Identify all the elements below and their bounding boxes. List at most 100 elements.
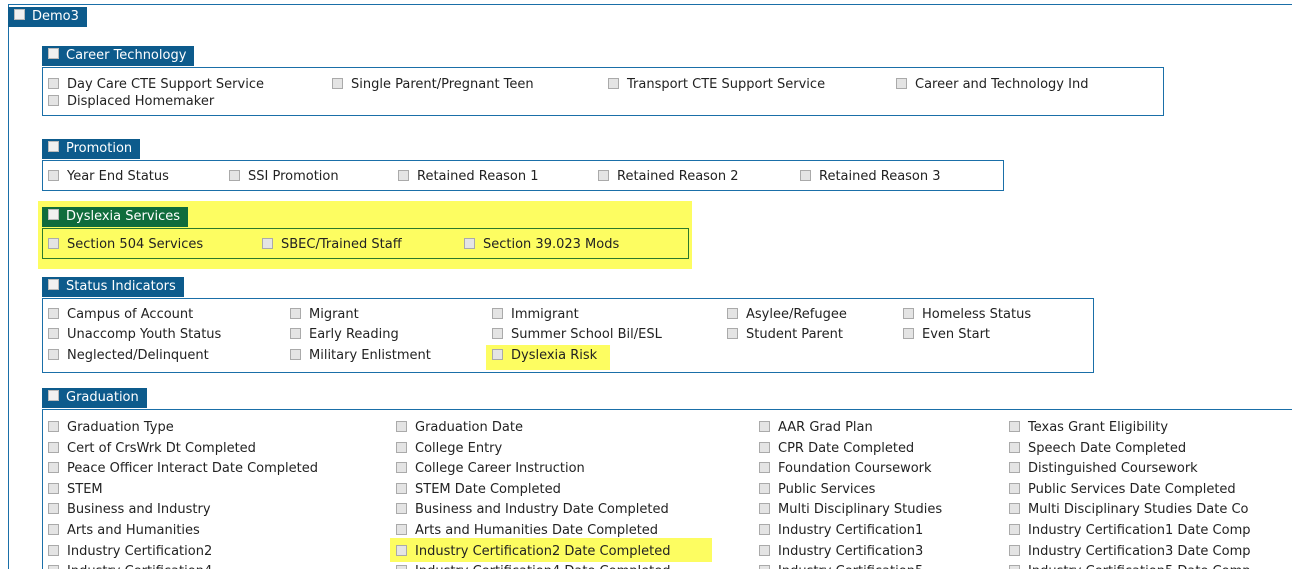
field-option[interactable]: Retained Reason 2 xyxy=(598,168,739,185)
field-option[interactable]: Texas Grant Eligibility xyxy=(1009,419,1168,436)
section-toggle-checkbox[interactable] xyxy=(48,390,59,401)
field-option[interactable]: SSI Promotion xyxy=(229,168,339,185)
section-toggle-checkbox[interactable] xyxy=(14,9,25,20)
section-tab-graduation[interactable]: Graduation xyxy=(42,388,147,408)
checkbox[interactable] xyxy=(396,524,407,535)
field-option[interactable]: Business and Industry Date Completed xyxy=(396,501,669,518)
field-option[interactable]: Military Enlistment xyxy=(290,347,431,364)
checkbox[interactable] xyxy=(396,503,407,515)
field-option[interactable]: CPR Date Completed xyxy=(759,440,914,457)
checkbox[interactable] xyxy=(396,482,407,494)
checkbox[interactable] xyxy=(1009,524,1020,535)
checkbox[interactable] xyxy=(48,565,59,569)
field-option[interactable]: Industry Certification5 xyxy=(759,563,923,569)
checkbox[interactable] xyxy=(396,565,407,569)
checkbox[interactable] xyxy=(1009,565,1020,569)
checkbox[interactable] xyxy=(48,441,59,453)
checkbox[interactable] xyxy=(727,328,738,339)
checkbox[interactable] xyxy=(464,238,475,249)
field-option[interactable]: Public Services xyxy=(759,481,875,498)
field-option[interactable]: Career and Technology Ind xyxy=(896,76,1088,93)
section-toggle-checkbox[interactable] xyxy=(48,279,59,290)
checkbox[interactable] xyxy=(290,328,301,339)
field-option[interactable]: Campus of Account xyxy=(48,306,193,323)
field-option[interactable]: Homeless Status xyxy=(903,306,1031,323)
field-option[interactable]: STEM Date Completed xyxy=(396,481,561,498)
field-option[interactable]: Cert of CrsWrk Dt Completed xyxy=(48,440,256,457)
checkbox[interactable] xyxy=(262,238,273,249)
field-option[interactable]: Industry Certification1 xyxy=(759,522,923,539)
checkbox[interactable] xyxy=(229,170,240,181)
field-option[interactable]: Year End Status xyxy=(48,168,169,185)
section-tab-status-indicators[interactable]: Status Indicators xyxy=(42,277,184,297)
field-option[interactable]: Asylee/Refugee xyxy=(727,306,847,323)
checkbox[interactable] xyxy=(759,503,770,515)
field-option[interactable]: Immigrant xyxy=(492,306,579,323)
checkbox[interactable] xyxy=(396,544,407,556)
checkbox[interactable] xyxy=(48,238,59,249)
section-toggle-checkbox[interactable] xyxy=(48,209,59,220)
checkbox[interactable] xyxy=(48,482,59,494)
section-toggle-checkbox[interactable] xyxy=(48,48,59,59)
field-option[interactable]: Distinguished Coursework xyxy=(1009,460,1198,477)
field-option[interactable]: Industry Certification4 Date Completed xyxy=(396,563,670,569)
checkbox[interactable] xyxy=(492,328,503,339)
field-option[interactable]: Displaced Homemaker xyxy=(48,93,214,110)
checkbox[interactable] xyxy=(1009,482,1020,494)
checkbox[interactable] xyxy=(759,441,770,453)
checkbox[interactable] xyxy=(759,565,770,569)
field-option[interactable]: Multi Disciplinary Studies xyxy=(759,501,942,518)
field-option[interactable]: Early Reading xyxy=(290,326,399,343)
checkbox[interactable] xyxy=(1009,503,1020,515)
field-option[interactable]: Industry Certification4 xyxy=(48,563,212,569)
field-option[interactable]: Multi Disciplinary Studies Date Co xyxy=(1009,501,1249,518)
field-option[interactable]: Student Parent xyxy=(727,326,843,343)
checkbox[interactable] xyxy=(759,421,770,432)
checkbox[interactable] xyxy=(759,524,770,535)
field-option[interactable]: Transport CTE Support Service xyxy=(608,76,825,93)
field-option[interactable]: Arts and Humanities xyxy=(48,522,200,539)
field-option[interactable]: Retained Reason 1 xyxy=(398,168,539,185)
field-option[interactable]: College Career Instruction xyxy=(396,460,585,477)
checkbox[interactable] xyxy=(398,170,409,181)
section-toggle-checkbox[interactable] xyxy=(48,141,59,152)
field-option[interactable]: STEM xyxy=(48,481,103,498)
checkbox[interactable] xyxy=(48,328,59,339)
checkbox[interactable] xyxy=(492,349,503,360)
checkbox[interactable] xyxy=(759,544,770,556)
section-tab-demo3[interactable]: Demo3 xyxy=(8,7,87,27)
field-option[interactable]: Public Services Date Completed xyxy=(1009,481,1236,498)
checkbox[interactable] xyxy=(332,78,343,89)
checkbox[interactable] xyxy=(48,170,59,181)
checkbox[interactable] xyxy=(48,349,59,360)
field-option[interactable]: Section 39.023 Mods xyxy=(464,236,619,253)
field-option[interactable]: Industry Certification2 Date Completed xyxy=(396,543,670,560)
checkbox[interactable] xyxy=(903,308,914,319)
checkbox[interactable] xyxy=(48,95,59,106)
checkbox[interactable] xyxy=(48,78,59,89)
checkbox[interactable] xyxy=(290,349,301,360)
checkbox[interactable] xyxy=(1009,421,1020,432)
checkbox[interactable] xyxy=(290,308,301,319)
field-option[interactable]: Graduation Date xyxy=(396,419,523,436)
checkbox[interactable] xyxy=(896,78,907,89)
field-option[interactable]: Even Start xyxy=(903,326,990,343)
field-option[interactable]: AAR Grad Plan xyxy=(759,419,873,436)
checkbox[interactable] xyxy=(48,503,59,515)
field-option[interactable]: Neglected/Delinquent xyxy=(48,347,209,364)
checkbox[interactable] xyxy=(48,462,59,474)
checkbox[interactable] xyxy=(759,462,770,474)
checkbox[interactable] xyxy=(48,524,59,535)
field-option[interactable]: Day Care CTE Support Service xyxy=(48,76,264,93)
checkbox[interactable] xyxy=(727,308,738,319)
field-option[interactable]: Industry Certification3 Date Comp xyxy=(1009,543,1251,560)
field-option[interactable]: Foundation Coursework xyxy=(759,460,932,477)
checkbox[interactable] xyxy=(396,421,407,432)
section-tab-promotion[interactable]: Promotion xyxy=(42,139,141,159)
checkbox[interactable] xyxy=(1009,544,1020,556)
checkbox[interactable] xyxy=(48,308,59,319)
field-option[interactable]: Dyslexia Risk xyxy=(492,347,597,364)
checkbox[interactable] xyxy=(903,328,914,339)
checkbox[interactable] xyxy=(800,170,811,181)
checkbox[interactable] xyxy=(396,441,407,453)
